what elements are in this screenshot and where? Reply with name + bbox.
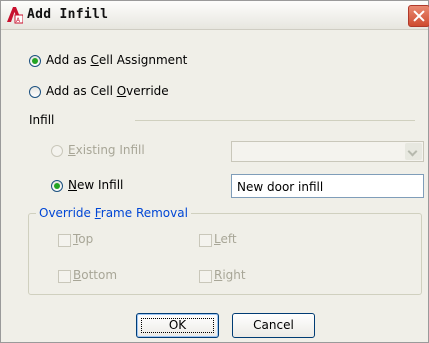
left-label: Left xyxy=(214,232,237,246)
infill-separator xyxy=(135,120,415,121)
top-checkbox[interactable] xyxy=(58,234,71,247)
cell-assignment-radio[interactable] xyxy=(29,55,41,67)
top-label: Top xyxy=(73,232,94,246)
cell-assignment-label[interactable]: Add as Cell Assignment xyxy=(46,53,187,67)
existing-infill-radio[interactable] xyxy=(51,145,63,157)
dialog-title: Add Infill xyxy=(27,7,109,22)
new-infill-name-field[interactable]: New door infill xyxy=(231,174,424,198)
cancel-button[interactable]: Cancel xyxy=(232,313,315,338)
bottom-label: Bottom xyxy=(73,268,118,282)
autocad-architecture-icon: A xyxy=(7,7,23,24)
right-label: Right xyxy=(214,268,246,282)
new-infill-radio[interactable] xyxy=(51,180,63,192)
new-infill-label[interactable]: New Infill xyxy=(68,178,123,192)
cell-override-label[interactable]: Add as Cell Override xyxy=(46,84,169,98)
bottom-checkbox[interactable] xyxy=(58,270,71,283)
ok-button[interactable]: OK xyxy=(136,313,219,338)
override-frame-removal-label: Override Frame Removal xyxy=(36,206,191,220)
cell-override-radio[interactable] xyxy=(29,86,41,98)
left-checkbox[interactable] xyxy=(199,234,212,247)
close-icon[interactable] xyxy=(408,5,429,27)
chevron-down-icon[interactable] xyxy=(405,143,422,160)
override-frame-removal-group xyxy=(28,213,422,295)
right-checkbox[interactable] xyxy=(199,270,212,283)
title-bar[interactable]: A Add Infill xyxy=(1,1,429,30)
add-infill-dialog: A Add Infill Add as Cell Assignment Add … xyxy=(0,0,429,343)
new-infill-name-value: New door infill xyxy=(237,180,324,194)
infill-section-label: Infill xyxy=(29,113,55,127)
existing-infill-label: Existing Infill xyxy=(68,143,145,157)
existing-infill-dropdown[interactable] xyxy=(231,141,424,162)
